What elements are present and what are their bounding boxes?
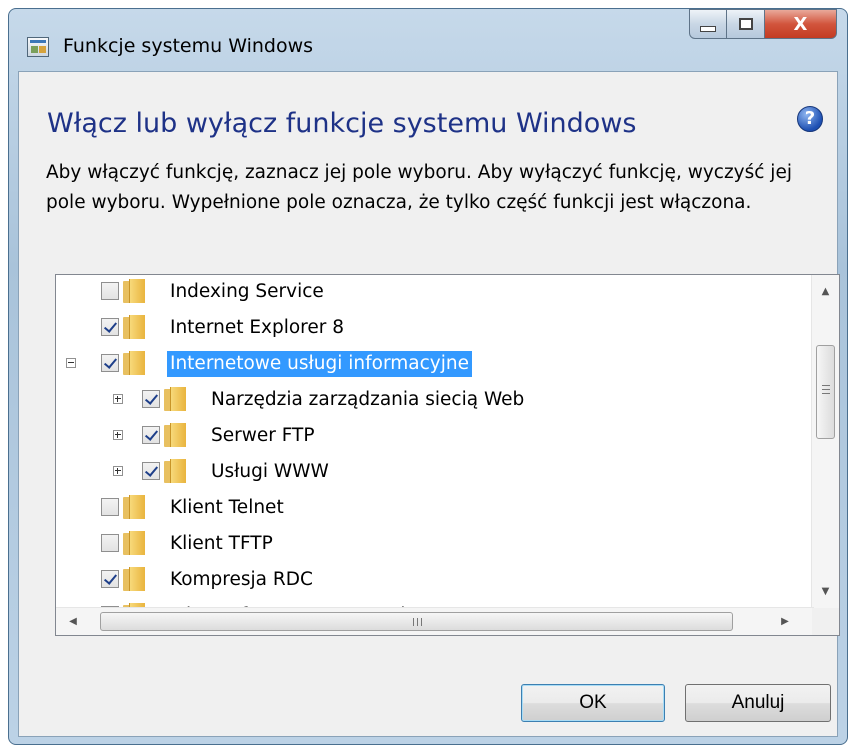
feature-checkbox[interactable] [101,498,119,516]
feature-label: Usługi WWW [211,461,329,482]
window-title: Funkcje systemu Windows [63,35,314,57]
folder-icon [123,495,145,519]
tree-row[interactable]: Kompresja RDC [56,563,806,595]
tree-row[interactable]: Internet Explorer 8 [56,311,806,343]
feature-checkbox[interactable] [101,354,119,372]
cancel-button[interactable]: Anuluj [685,684,831,722]
minimize-button[interactable] [689,9,727,39]
maximize-icon [738,18,753,30]
dialog-content: Włącz lub wyłącz funkcje systemu Windows… [18,71,840,737]
tree-row[interactable]: Indexing Service [56,275,806,307]
thumb-grip [421,618,422,626]
tree-row[interactable]: Internetowe usługi informacyjne [56,347,806,379]
tree-row[interactable]: Usługi WWW [56,455,806,487]
expand-plus-icon[interactable] [113,430,123,440]
feature-label: Serwer FTP [211,425,315,446]
folder-icon [123,315,145,339]
tree-row[interactable]: Narzędzia zarządzania siecią Web [56,383,806,415]
feature-checkbox[interactable] [142,390,160,408]
ok-button[interactable]: OK [521,684,665,722]
thumb-grip [822,393,830,394]
expand-plus-icon[interactable] [113,394,123,404]
thumb-grip [417,618,418,626]
maximize-button[interactable] [727,9,765,39]
scrollbar-corner [812,608,839,635]
feature-checkbox[interactable] [101,318,119,336]
folder-icon [164,423,186,447]
app-icon [27,37,49,57]
feature-label: Kompresja RDC [170,569,313,590]
caption-buttons: X [689,9,837,51]
tree-row[interactable]: Klient Telnet [56,491,806,523]
folder-icon [164,387,186,411]
title-bar[interactable]: Funkcje systemu Windows X [9,9,847,71]
collapse-minus-icon[interactable] [66,358,76,368]
feature-checkbox[interactable] [142,426,160,444]
vertical-scroll-thumb[interactable] [816,345,835,439]
feature-checkbox[interactable] [101,282,119,300]
page-title: Włącz lub wyłącz funkcje systemu Windows [47,108,637,139]
horizontal-scrollbar[interactable]: ◀ ▶ [56,607,814,635]
expand-plus-icon[interactable] [113,466,123,476]
thumb-grip [822,389,830,390]
close-icon: X [793,13,808,35]
horizontal-scroll-thumb[interactable] [100,612,733,631]
feature-label: Narzędzia zarządzania siecią Web [211,389,525,410]
help-icon[interactable]: ? [797,106,823,132]
tree-row[interactable]: Klient TFTP [56,527,806,559]
scroll-right-arrow-icon[interactable]: ▶ [772,608,798,635]
feature-label: Internetowe usługi informacyjne [167,351,472,377]
feature-checkbox[interactable] [101,570,119,588]
vertical-scrollbar[interactable]: ▲ ▼ [811,275,839,609]
dialog-window: Funkcje systemu Windows X Włącz lub wyłą… [8,8,848,745]
close-button[interactable]: X [765,9,837,39]
feature-label: Klient Telnet [170,497,284,518]
scroll-down-arrow-icon[interactable]: ▼ [812,579,839,605]
feature-label: Indexing Service [170,281,324,302]
feature-checkbox[interactable] [101,534,119,552]
description-text: Aby włączyć funkcję, zaznacz jej pole wy… [46,162,792,213]
minimize-icon [700,26,716,32]
feature-label: Internet Explorer 8 [170,317,345,338]
scroll-up-arrow-icon[interactable]: ▲ [812,279,839,305]
scroll-left-arrow-icon[interactable]: ◀ [60,608,86,635]
folder-icon [123,531,145,555]
tree-row[interactable]: Serwer FTP [56,419,806,451]
thumb-grip [413,618,414,626]
feature-checkbox[interactable] [142,462,160,480]
folder-icon [123,567,145,591]
folder-icon [123,279,145,303]
features-tree[interactable]: Indexing Service Internet Explorer 8 Inter… [55,274,840,636]
feature-label: Klient TFTP [170,533,273,554]
thumb-grip [822,385,830,386]
folder-icon [123,351,145,375]
folder-icon [164,459,186,483]
